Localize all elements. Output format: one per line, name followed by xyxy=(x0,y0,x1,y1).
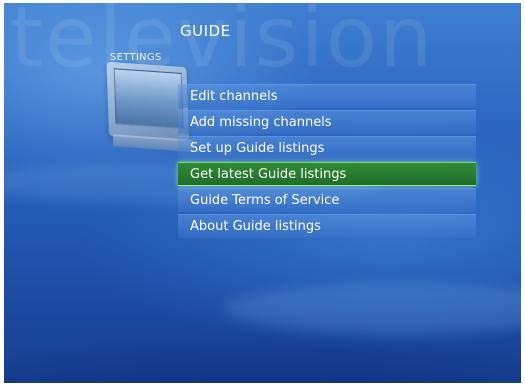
page-title: GUIDE xyxy=(180,22,231,40)
menu-item-label: Get latest Guide listings xyxy=(190,167,347,182)
menu-item-add-missing-channels[interactable]: Add missing channels xyxy=(178,110,476,134)
menu-item-get-latest-guide-listings[interactable]: Get latest Guide listings xyxy=(178,162,476,186)
menu-item-set-up-guide-listings[interactable]: Set up Guide listings xyxy=(178,136,476,160)
menu-item-label: About Guide listings xyxy=(190,219,321,234)
menu-item-label: Add missing channels xyxy=(190,115,332,130)
settings-menu: Edit channels Add missing channels Set u… xyxy=(178,84,476,240)
menu-item-guide-terms-of-service[interactable]: Guide Terms of Service xyxy=(178,188,476,212)
background-streak xyxy=(224,283,521,333)
section-label: SETTINGS xyxy=(110,52,162,63)
tv-screen xyxy=(113,68,184,130)
menu-item-edit-channels[interactable]: Edit channels xyxy=(178,84,476,108)
menu-item-about-guide-listings[interactable]: About Guide listings xyxy=(178,214,476,238)
menu-item-label: Guide Terms of Service xyxy=(190,193,340,208)
media-center-screen: television GUIDE SETTINGS Edit channels … xyxy=(4,3,521,383)
menu-item-label: Edit channels xyxy=(190,89,278,104)
menu-item-label: Set up Guide listings xyxy=(190,141,325,156)
background-watermark: television xyxy=(10,3,435,86)
